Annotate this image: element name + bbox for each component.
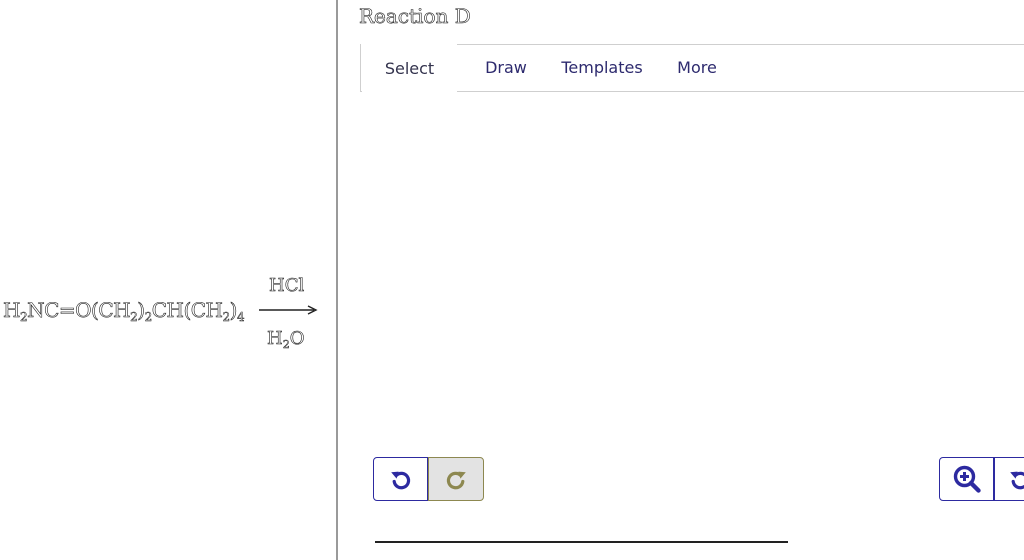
drawing-canvas[interactable] [361, 92, 1024, 452]
tab-select[interactable]: Select [362, 44, 457, 92]
reagent-below-arrow: H2O [267, 328, 305, 352]
undo-icon [390, 471, 410, 490]
reaction-arrow-icon [259, 305, 318, 315]
tab-more[interactable]: More [668, 44, 726, 91]
page: H2NC=O(CH2)2CH(CH2)4 HCl H2O Reaction D … [0, 0, 1024, 560]
redo-icon [446, 471, 466, 490]
reactant-formula: H2NC=O(CH2)2CH(CH2)4 [3, 298, 245, 325]
undo-button[interactable] [373, 457, 428, 501]
answer-underline [375, 541, 788, 543]
toolbar-divider [360, 44, 361, 92]
section-title: Reaction D [359, 4, 471, 29]
rotate-icon [1010, 471, 1024, 490]
tab-templates[interactable]: Templates [553, 44, 651, 91]
pane-divider [336, 0, 338, 560]
tab-draw[interactable]: Draw [478, 44, 534, 91]
zoom-in-button[interactable] [939, 457, 994, 501]
reagent-above-arrow: HCl [269, 275, 305, 297]
redo-button[interactable] [428, 457, 484, 501]
rotate-button[interactable] [994, 457, 1024, 501]
zoom-in-icon [953, 465, 981, 493]
